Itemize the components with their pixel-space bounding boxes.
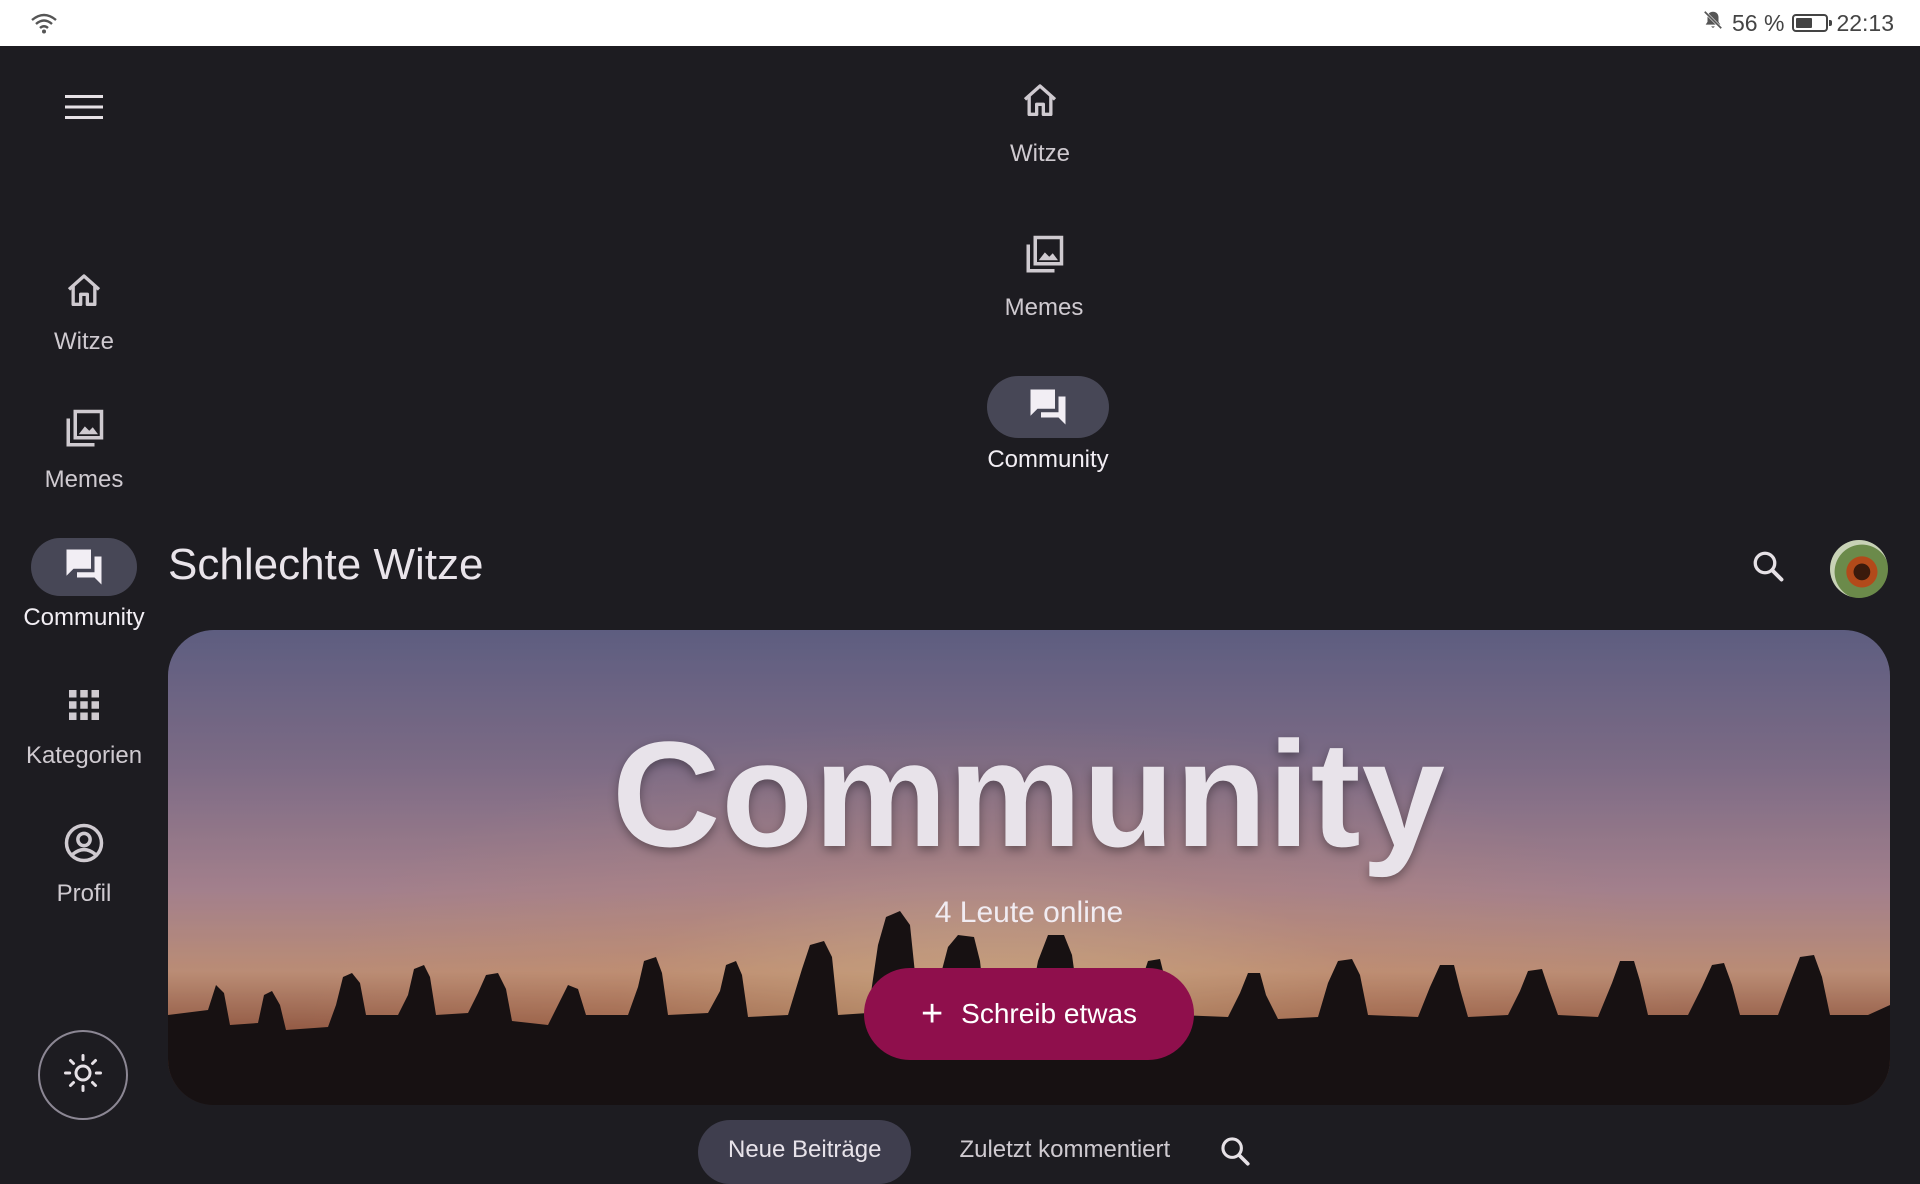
avatar[interactable] xyxy=(1830,540,1888,598)
forum-icon xyxy=(31,538,137,596)
status-bar: 56 % 22:13 xyxy=(0,0,1920,46)
battery-percent: 56 % xyxy=(1732,9,1785,36)
top-nav-label: Witze xyxy=(1010,140,1070,167)
bell-off-icon xyxy=(1702,9,1724,37)
search-button[interactable] xyxy=(1744,544,1792,592)
rail-item-label: Memes xyxy=(44,466,124,493)
write-post-label: Schreib etwas xyxy=(961,998,1138,1029)
sun-icon xyxy=(63,1053,103,1098)
rail-item-label: Profil xyxy=(56,880,112,907)
plus-icon: + xyxy=(920,993,944,1035)
menu-icon[interactable] xyxy=(62,90,106,124)
home-icon xyxy=(979,70,1101,132)
tab-search-icon[interactable] xyxy=(1218,1120,1252,1173)
rail-item-memes[interactable]: Memes xyxy=(0,400,168,494)
wifi-icon xyxy=(30,12,58,39)
image-gallery-icon xyxy=(983,224,1105,286)
tab-zuletzt-kommentiert[interactable]: Zuletzt kommentiert xyxy=(959,1120,1170,1164)
rail-item-profil[interactable]: Profil xyxy=(0,814,168,908)
community-hero-banner: Community 4 Leute online + Schreib etwas xyxy=(168,630,1890,1105)
image-gallery-icon xyxy=(31,400,137,458)
top-nav-item-memes[interactable]: Memes xyxy=(964,224,1124,322)
top-nav-label: Community xyxy=(987,446,1109,473)
battery-icon xyxy=(1792,14,1833,32)
forum-icon xyxy=(987,376,1109,438)
rail-item-label: Witze xyxy=(54,328,114,355)
account-circle-icon xyxy=(31,814,137,872)
hero-title: Community xyxy=(612,710,1446,878)
rail-item-label: Kategorien xyxy=(25,742,143,769)
top-nav-label: Memes xyxy=(1004,294,1084,321)
battery-fill xyxy=(1796,18,1813,28)
rail-item-community[interactable]: Community xyxy=(0,538,168,632)
theme-toggle-button[interactable] xyxy=(38,1030,128,1120)
grid-icon xyxy=(31,676,137,734)
page-title: Schlechte Witze xyxy=(168,540,484,589)
top-nav-item-witze[interactable]: Witze xyxy=(960,70,1120,168)
clock: 22:13 xyxy=(1836,9,1894,36)
search-icon xyxy=(1750,548,1786,589)
write-post-button[interactable]: + Schreib etwas xyxy=(864,968,1194,1060)
tab-neue-beitraege[interactable]: Neue Beiträge xyxy=(698,1120,912,1184)
rail-item-label: Community xyxy=(23,604,145,631)
online-count: 4 Leute online xyxy=(934,896,1124,929)
rail-item-witze[interactable]: Witze xyxy=(0,262,168,356)
feed-tabs: Neue Beiträge Zuletzt kommentiert xyxy=(698,1120,1252,1184)
home-icon xyxy=(31,262,137,320)
top-nav-item-community[interactable]: Community xyxy=(968,376,1128,474)
status-indicators: 56 % 22:13 xyxy=(1702,0,1894,46)
rail-item-kategorien[interactable]: Kategorien xyxy=(0,676,168,770)
